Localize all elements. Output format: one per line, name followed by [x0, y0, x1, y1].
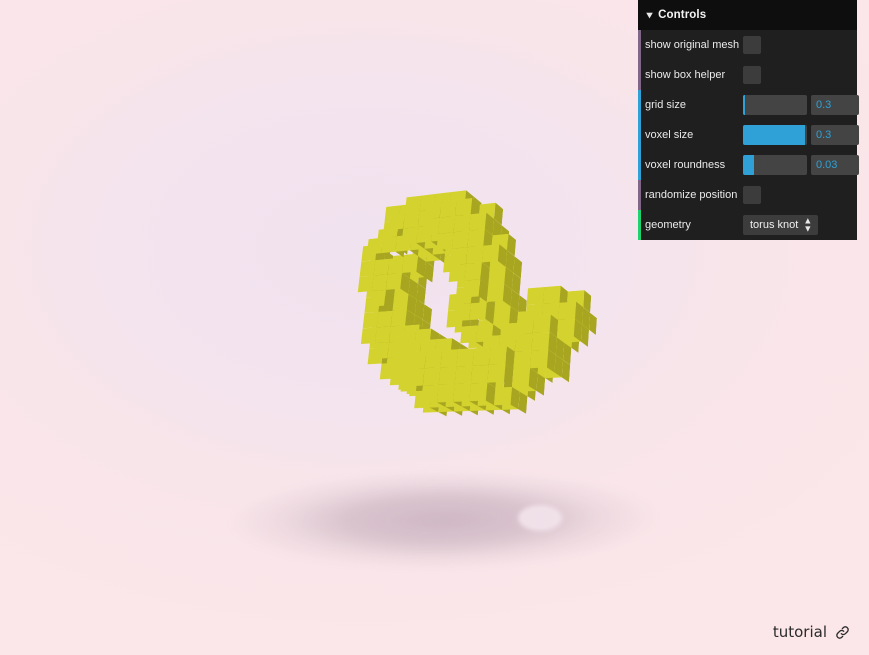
checkbox-randomize-position[interactable] — [743, 186, 761, 204]
voxel-cube — [360, 327, 385, 348]
slider-voxel-size[interactable] — [743, 125, 807, 145]
control-widget-grid-size: 0.3 — [743, 95, 859, 115]
voxel-cube — [392, 294, 417, 315]
slider-wrap-voxel-roundness: 0.03 — [743, 155, 859, 175]
slider-wrap-grid-size: 0.3 — [743, 95, 859, 115]
three-js-canvas[interactable] — [0, 0, 669, 600]
control-widget-voxel-roundness: 0.03 — [743, 155, 859, 175]
control-label-voxel-size: voxel size — [645, 128, 694, 141]
voxel-cube — [556, 318, 583, 342]
checkbox-show-original-mesh[interactable] — [743, 36, 761, 54]
voxel-cube — [371, 316, 395, 338]
voxel-cube — [408, 304, 433, 325]
control-label-show-original-mesh: show original mesh — [645, 38, 740, 51]
voxel-cube — [462, 279, 489, 303]
control-widget-geometry: torus knot ▲ ▼ — [743, 215, 857, 235]
control-widget-voxel-size: 0.3 — [743, 125, 859, 145]
slider-grid-size[interactable] — [743, 95, 807, 115]
control-widget-show-original-mesh — [743, 36, 857, 54]
controls-panel: ▾ Controls show original mesh show box he… — [638, 0, 859, 240]
voxel-cube — [367, 347, 392, 369]
value-field-grid-size[interactable]: 0.3 — [811, 95, 859, 115]
voxel-cube — [401, 256, 426, 278]
control-label-randomize-position: randomize position — [645, 188, 738, 201]
link-chain-icon — [834, 624, 851, 641]
slider-fill-voxel-size — [743, 125, 806, 145]
slider-wrap-voxel-size: 0.3 — [743, 125, 859, 145]
control-label-geometry: geometry — [645, 218, 691, 231]
control-row-randomize-position: randomize position — [638, 180, 857, 210]
control-row-show-original-mesh: show original mesh — [638, 30, 857, 60]
checkbox-show-box-helper[interactable] — [743, 66, 761, 84]
control-row-grid-size: grid size 0.3 — [638, 90, 859, 120]
voxel-cube — [493, 386, 520, 410]
slider-fill-voxel-roundness — [743, 155, 754, 175]
slider-voxel-roundness[interactable] — [743, 155, 807, 175]
value-field-voxel-roundness[interactable]: 0.03 — [811, 155, 859, 175]
voxel-cube — [402, 283, 426, 305]
controls-panel-body: show original mesh show box helper grid si… — [638, 30, 859, 240]
voxel-cube — [362, 311, 387, 333]
chevron-down-icon: ▾ — [646, 9, 653, 21]
voxel-cube — [530, 349, 556, 373]
controls-panel-title: Controls — [658, 9, 707, 21]
control-label-voxel-roundness: voxel roundness — [645, 158, 726, 171]
value-field-voxel-size[interactable]: 0.3 — [811, 125, 859, 145]
voxel-cube — [511, 368, 538, 392]
chevron-updown-icon: ▲ ▼ — [803, 215, 813, 233]
voxel-cube — [469, 382, 496, 406]
slider-fill-grid-size — [743, 95, 745, 115]
select-value-geometry: torus knot — [750, 219, 799, 231]
controls-panel-header[interactable]: ▾ Controls — [638, 0, 857, 30]
voxel-cube — [400, 299, 425, 320]
control-row-voxel-size: voxel size 0.3 — [638, 120, 859, 150]
voxel-cube — [374, 326, 400, 348]
control-row-geometry: geometry torus knot ▲ ▼ — [638, 210, 857, 240]
voxel-cube — [469, 302, 495, 325]
voxel-cube — [481, 244, 508, 268]
voxel-cube — [381, 306, 405, 327]
select-geometry[interactable]: torus knot ▲ ▼ — [743, 215, 819, 235]
control-row-show-box-helper: show box helper — [638, 60, 857, 90]
voxel-cube — [376, 310, 401, 332]
voxel-cube — [385, 273, 411, 295]
control-widget-show-box-helper — [743, 66, 857, 84]
voxel-cube — [373, 342, 398, 363]
voxel-object[interactable] — [250, 140, 640, 500]
voxel-cube — [486, 283, 512, 307]
control-widget-randomize-position — [743, 186, 857, 204]
control-label-show-box-helper: show box helper — [645, 68, 726, 81]
app-viewport: ▾ Controls show original mesh show box he… — [0, 0, 869, 655]
voxel-torus-knot-mesh — [262, 131, 638, 498]
voxel-cube — [369, 332, 394, 353]
voxel-cube — [394, 305, 419, 326]
control-row-voxel-roundness: voxel roundness 0.03 — [638, 150, 859, 180]
tutorial-link-label: tutorial — [772, 623, 827, 641]
control-label-grid-size: grid size — [645, 98, 686, 111]
voxel-cube — [390, 309, 415, 331]
voxel-cube — [396, 290, 420, 311]
tutorial-link[interactable]: tutorial — [773, 623, 851, 641]
voxel-cube — [369, 290, 395, 311]
shadow-hole — [518, 505, 562, 531]
voxel-cube — [487, 364, 514, 387]
